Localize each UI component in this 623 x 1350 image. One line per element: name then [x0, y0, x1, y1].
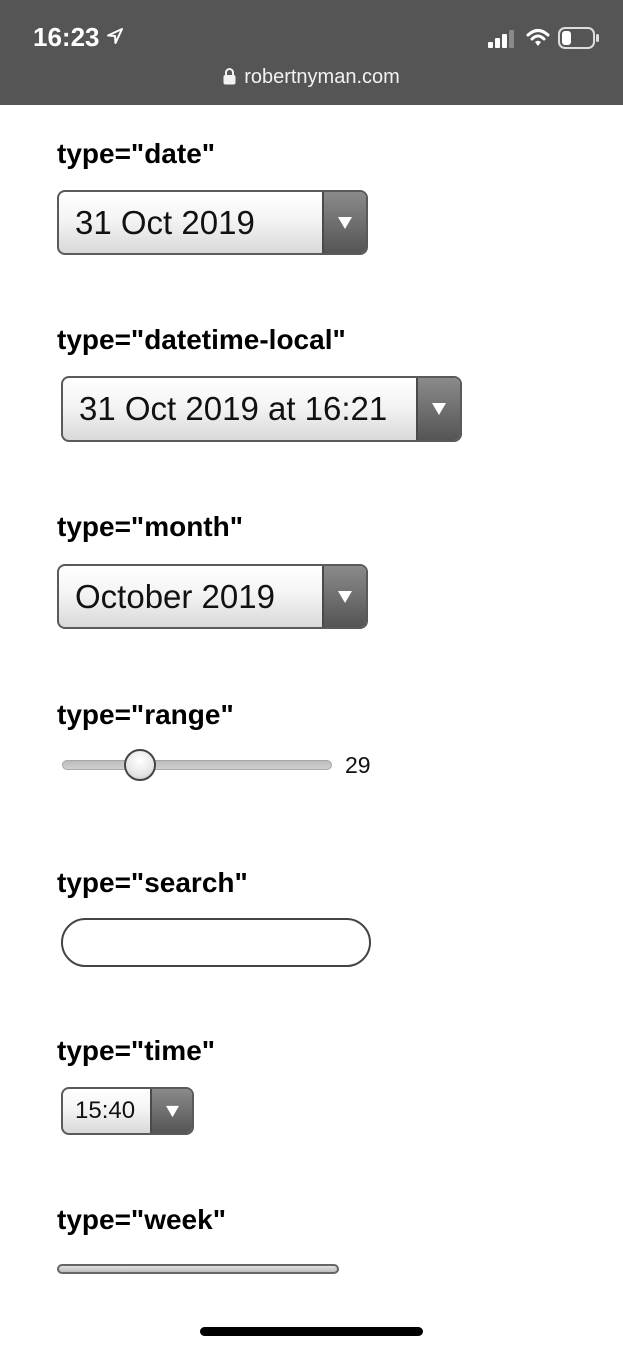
week-input[interactable] [57, 1264, 339, 1274]
search-label: type="search" [57, 867, 248, 898]
range-label: type="range" [57, 699, 234, 730]
month-label: type="month" [57, 511, 244, 542]
datetime-local-label: type="datetime-local" [57, 324, 346, 355]
range-thumb[interactable] [124, 749, 157, 781]
time-input[interactable]: 15:40 [61, 1087, 194, 1135]
battery-icon [558, 27, 600, 54]
date-input[interactable]: 31 Oct 2019 [57, 190, 368, 255]
home-indicator[interactable] [200, 1327, 423, 1336]
week-label: type="week" [57, 1204, 226, 1235]
time-label: type="time" [57, 1035, 216, 1066]
chevron-down-icon[interactable] [322, 566, 366, 627]
browser-top-bar: 16:23 robertnyman.com [0, 0, 623, 105]
status-time: 16:23 [33, 22, 100, 52]
month-input[interactable]: October 2019 [57, 564, 368, 629]
search-input[interactable] [61, 918, 371, 967]
datetime-local-value: 31 Oct 2019 at 16:21 [79, 390, 388, 427]
datetime-local-input[interactable]: 31 Oct 2019 at 16:21 [61, 376, 462, 442]
date-value: 31 Oct 2019 [75, 203, 255, 241]
wifi-icon [526, 28, 550, 53]
chevron-down-icon[interactable] [322, 192, 366, 253]
url-text: robertnyman.com [244, 66, 400, 88]
range-value: 29 [345, 752, 371, 778]
chevron-down-icon[interactable] [150, 1089, 192, 1133]
cellular-signal-icon [488, 30, 516, 53]
month-value: October 2019 [75, 577, 275, 615]
location-arrow-icon [106, 27, 124, 50]
date-label: type="date" [57, 138, 216, 169]
address-bar[interactable]: robertnyman.com [0, 66, 623, 91]
lock-icon [223, 68, 236, 91]
time-value: 15:40 [75, 1097, 136, 1124]
chevron-down-icon[interactable] [416, 378, 460, 440]
range-track[interactable] [62, 760, 332, 770]
